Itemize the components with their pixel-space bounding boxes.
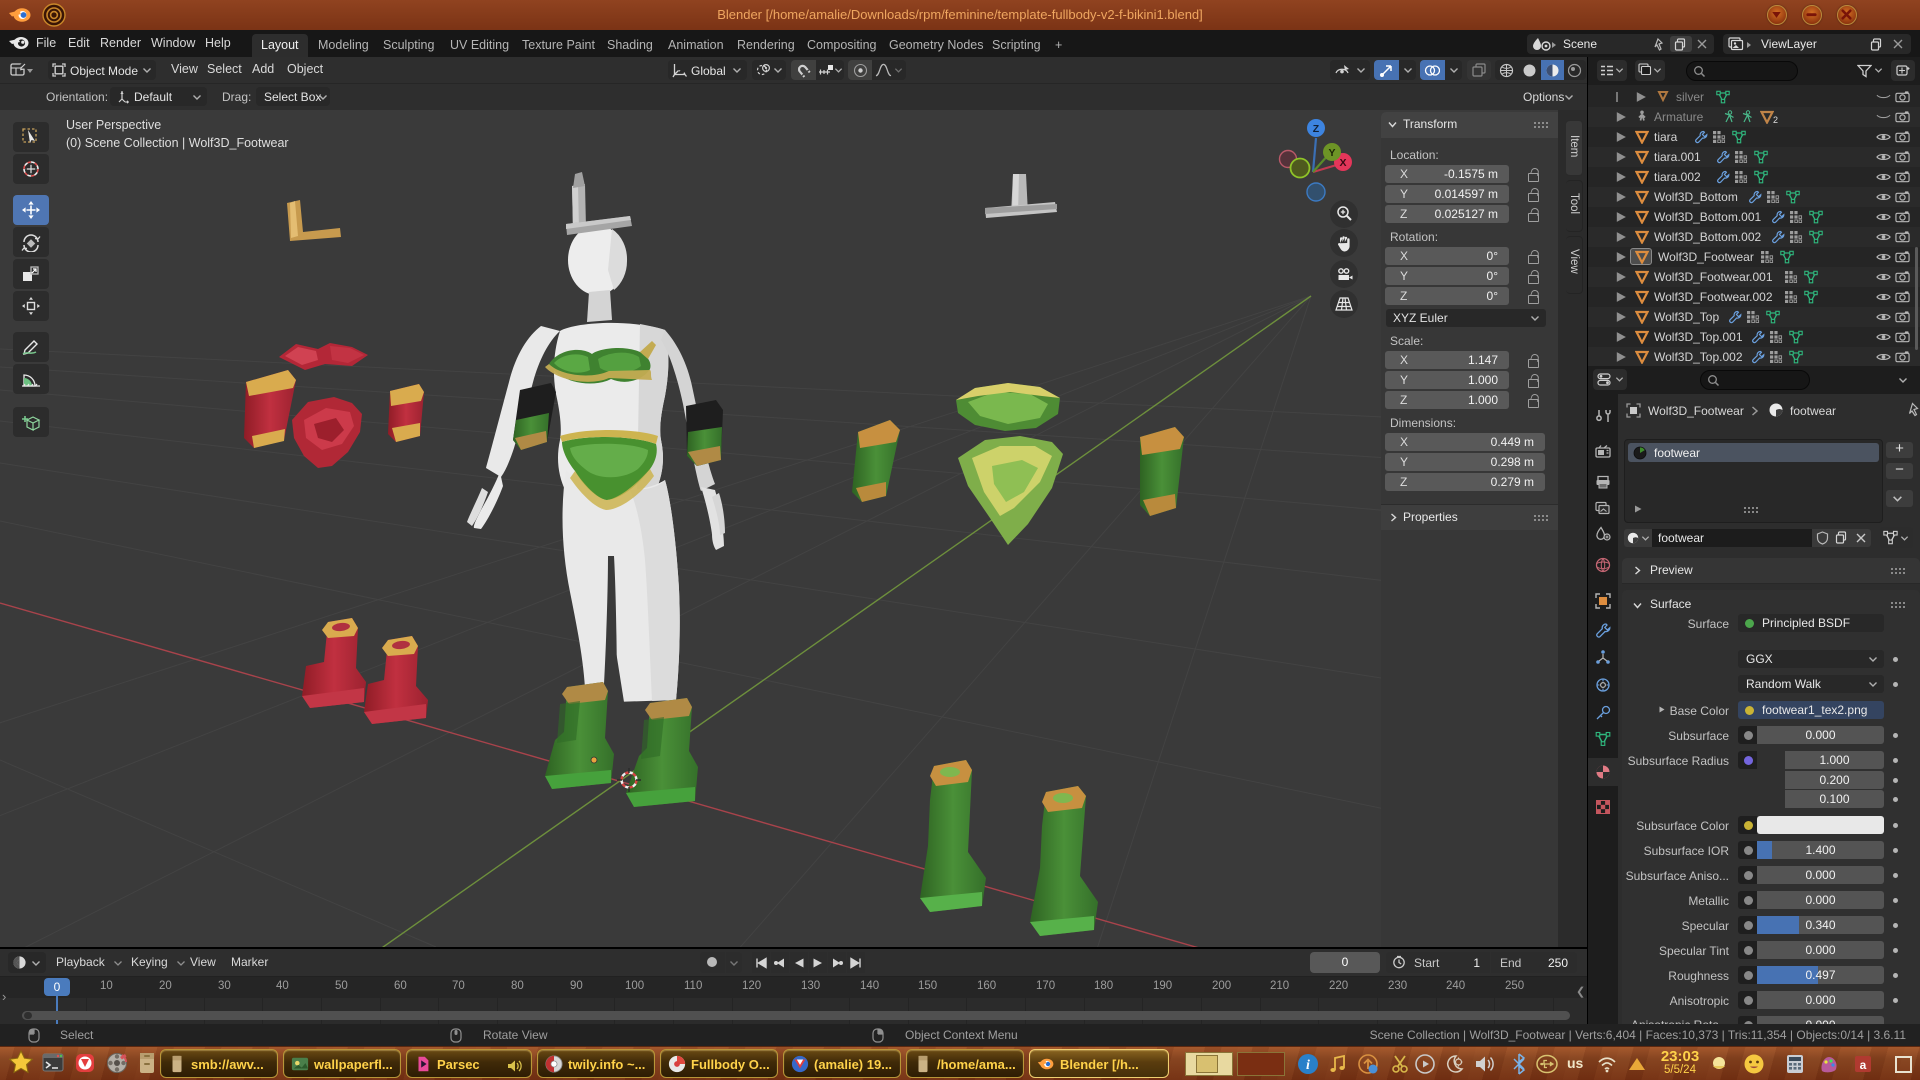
- svg-text:i: i: [1306, 1058, 1310, 1073]
- svg-text:a: a: [1860, 1058, 1867, 1072]
- svg-text:Y: Y: [1328, 147, 1335, 159]
- svg-text:X: X: [1339, 157, 1346, 169]
- svg-text:Z: Z: [1313, 123, 1320, 135]
